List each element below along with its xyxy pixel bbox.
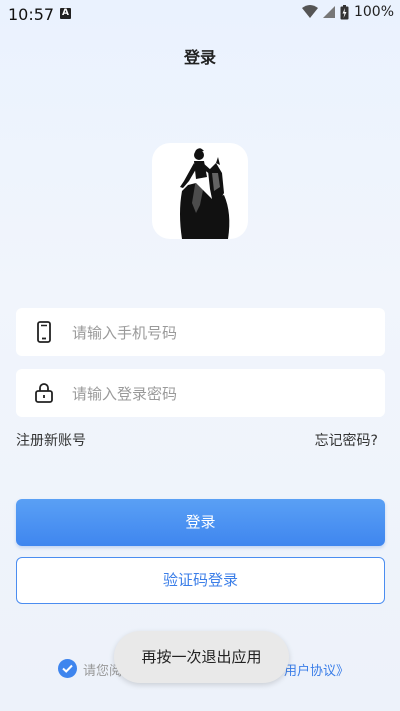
user-agreement-link[interactable]: 用户协议》 <box>284 660 349 679</box>
phone-icon <box>37 321 51 343</box>
sms-login-button[interactable]: 验证码登录 <box>16 557 385 604</box>
status-bar: 10:57 A 100% <box>0 0 400 28</box>
status-time: 10:57 <box>8 5 55 24</box>
system-icons: 100% <box>301 4 394 20</box>
page-title: 登录 <box>183 48 216 67</box>
forgot-password-link[interactable]: 忘记密码? <box>315 430 378 450</box>
phone-input[interactable] <box>70 308 374 358</box>
agreement-checkbox[interactable] <box>58 659 77 678</box>
wifi-icon <box>301 5 318 18</box>
login-button[interactable]: 登录 <box>16 499 385 546</box>
battery-icon <box>340 4 349 19</box>
signal-icon <box>322 6 335 18</box>
password-input[interactable] <box>70 369 374 419</box>
phone-field[interactable] <box>16 308 385 358</box>
register-link[interactable]: 注册新账号 <box>16 430 86 450</box>
lock-icon <box>35 383 53 403</box>
battery-percent: 100% <box>353 4 394 20</box>
app-logo <box>152 143 248 239</box>
equestrian-logo-icon <box>180 148 230 239</box>
password-field[interactable] <box>16 369 385 419</box>
exit-toast: 再按一次退出应用 <box>114 631 289 683</box>
check-icon <box>62 664 73 673</box>
app-notification-icon: A <box>60 8 71 19</box>
